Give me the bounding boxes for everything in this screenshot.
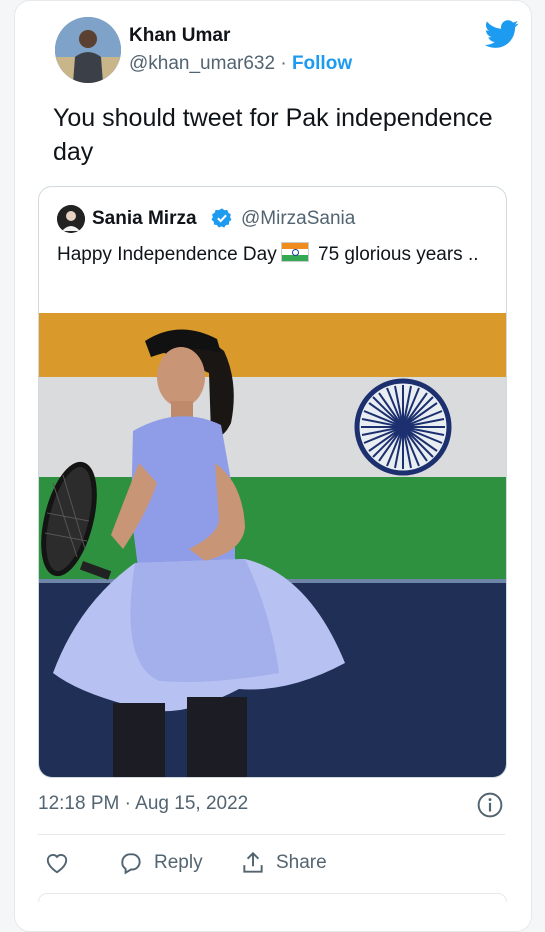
reply-bubble-icon [121, 853, 141, 875]
quoted-author-avatar[interactable] [57, 205, 85, 233]
twitter-bird-icon[interactable] [485, 17, 519, 51]
divider [38, 834, 505, 835]
like-button[interactable] [44, 850, 80, 876]
tweet-timestamp[interactable]: 12:18 PM · Aug 15, 2022 [38, 793, 248, 815]
tweet-text: You should tweet for Pak independence da… [53, 104, 493, 166]
quoted-author-handle[interactable]: @MirzaSania [241, 208, 355, 230]
share-label: Share [276, 852, 327, 873]
author-handle-row: @khan_umar632 · Follow [129, 53, 352, 75]
quoted-text-part-1: Happy Independence Day [57, 244, 277, 265]
follow-button[interactable]: Follow [292, 53, 352, 74]
india-flag-emoji [280, 242, 309, 262]
quoted-tweet-text: Happy Independence Day 75 glorious years… [57, 240, 487, 269]
quoted-tweet[interactable]: Sania Mirza @MirzaSania Happy Independen… [38, 186, 507, 778]
author-name[interactable]: Khan Umar [129, 25, 230, 47]
quoted-text-part-2: 75 glorious years .. [312, 244, 479, 265]
quoted-tweet-photo[interactable] [39, 313, 506, 777]
verified-badge-icon [211, 208, 232, 228]
next-card-edge [38, 893, 507, 902]
author-avatar[interactable] [55, 17, 121, 83]
heart-icon [46, 854, 68, 874]
share-icon [243, 851, 263, 873]
separator-dot: · [280, 53, 292, 74]
quoted-author-name[interactable]: Sania Mirza [92, 208, 197, 230]
info-icon[interactable] [477, 792, 503, 818]
author-handle[interactable]: @khan_umar632 [129, 53, 275, 74]
reply-button[interactable]: Reply [118, 850, 203, 876]
share-button[interactable]: Share [240, 850, 327, 876]
reply-label: Reply [154, 852, 203, 873]
